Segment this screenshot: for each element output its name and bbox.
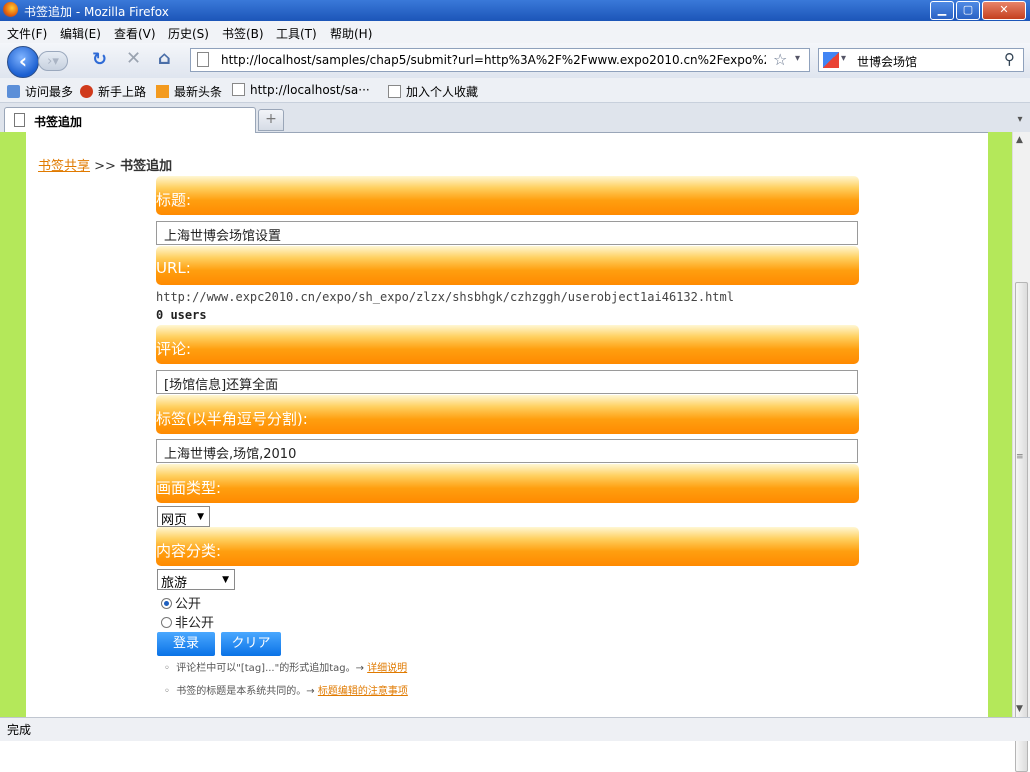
menu-view[interactable]: 查看(V) [114, 25, 156, 42]
bookmark-most-visited[interactable]: 访问最多 [7, 83, 73, 100]
scroll-up-arrow-icon[interactable]: ▲ [1016, 135, 1023, 145]
category-select[interactable]: 旅游 ▼ [157, 569, 235, 591]
page-type-label: 画面类型: [156, 479, 222, 497]
comment-label: 评论: [156, 340, 192, 358]
comment-input[interactable]: [场馆信息]还算全面 [156, 370, 858, 394]
radio-public[interactable]: 公开 [161, 593, 201, 612]
search-engine-dropdown-icon[interactable]: ▾ [841, 53, 846, 64]
status-bar: 完成 [0, 717, 1030, 741]
details-link[interactable]: 详细说明 [367, 663, 407, 674]
menu-history[interactable]: 历史(S) [168, 25, 209, 42]
category-section-header: 内容分类: [156, 527, 859, 566]
vertical-scrollbar[interactable]: ▲ ≡ ▼ [1012, 132, 1030, 772]
menu-tools[interactable]: 工具(T) [276, 25, 317, 42]
category-value: 旅游 [161, 576, 188, 591]
url-text[interactable]: http://localhost/samples/chap5/submit?ur… [221, 53, 766, 67]
radio-public-label: 公开 [175, 597, 202, 612]
bookmark-star-icon[interactable]: ☆ [773, 50, 787, 69]
page-right-border [988, 132, 1012, 717]
note-item-title: ◦ 书签的标题是本系统共同的。→ 标题编辑的注意事项 [164, 682, 408, 697]
scrollbar-thumb[interactable] [1015, 282, 1028, 772]
stop-icon[interactable]: ✕ [126, 48, 141, 69]
menu-file[interactable]: 文件(F) [7, 25, 47, 42]
url-section-header: URL: [156, 246, 859, 285]
bookmark-localhost[interactable]: http://localhost/sa··· [232, 83, 370, 97]
close-window-button[interactable]: ✕ [982, 1, 1026, 20]
scrollbar-grip-icon: ≡ [1016, 452, 1024, 462]
page-icon [388, 85, 401, 98]
menu-edit[interactable]: 编辑(E) [60, 25, 101, 42]
bullet-icon: ◦ [164, 686, 170, 697]
bookmarks-toolbar: 访问最多 新手上路 最新头条 http://localhost/sa··· 加入… [0, 78, 1030, 103]
note-item-tags: ◦ 评论栏中可以"[tag]..."的形式追加tag。→ 详细说明 [164, 659, 407, 674]
bullet-icon: ◦ [164, 663, 170, 674]
comment-section-header: 评论: [156, 325, 859, 364]
clear-button[interactable]: クリア [221, 632, 281, 656]
note-tags-text: 评论栏中可以"[tag]..."的形式追加tag。→ [176, 663, 364, 674]
bookmark-latest-headlines[interactable]: 最新头条 [156, 83, 222, 100]
firefox-start-icon [80, 85, 93, 98]
note-title-text: 书签的标题是本系统共同的。→ [176, 686, 315, 697]
tab-list-icon[interactable]: ▾ [1012, 109, 1028, 131]
url-value: http://www.expc2010.cn/expo/sh_expo/zlzx… [156, 290, 734, 304]
tags-section-header: 标签(以半角逗号分割): [156, 395, 859, 434]
menu-bar: 文件(F) 编辑(E) 查看(V) 历史(S) 书签(B) 工具(T) 帮助(H… [0, 21, 1030, 43]
navigation-toolbar: ‹ ›▾ ↻ ✕ ⌂ http://localhost/samples/chap… [0, 43, 1030, 79]
menu-bookmarks[interactable]: 书签(B) [222, 25, 264, 42]
window-title: 书签追加 - Mozilla Firefox [24, 5, 169, 19]
page-type-value: 网页 [161, 513, 188, 528]
title-label: 标题: [156, 191, 192, 209]
breadcrumb: 书签共享 >> 书签追加 [38, 155, 172, 174]
url-dropdown-icon[interactable]: ▾ [795, 53, 800, 64]
users-count: 0 users [156, 308, 207, 322]
search-engine-icon[interactable] [823, 52, 839, 68]
back-arrow-icon[interactable]: ‹ [7, 46, 39, 78]
maximize-button[interactable]: ▢ [956, 1, 980, 20]
reload-icon[interactable]: ↻ [92, 49, 107, 70]
page-icon [14, 113, 25, 127]
tags-input[interactable]: 上海世博会,场馆,2010 [156, 439, 858, 463]
category-label: 内容分类: [156, 542, 222, 560]
tab-bookmark-add[interactable]: 书签追加 [4, 107, 256, 133]
search-icon[interactable]: ⚲ [1004, 50, 1015, 68]
page-type-section-header: 画面类型: [156, 464, 859, 503]
breadcrumb-separator: >> [94, 159, 116, 174]
radio-private-label: 非公开 [175, 616, 215, 631]
breadcrumb-current: 书签追加 [120, 159, 173, 174]
search-input[interactable]: 世博会场馆 [857, 53, 917, 70]
radio-private[interactable]: 非公开 [161, 612, 214, 631]
page-icon [232, 83, 245, 96]
firefox-logo-icon [3, 2, 18, 17]
chevron-down-icon: ▼ [222, 575, 229, 585]
tab-title: 书签追加 [34, 115, 83, 129]
page-icon [197, 52, 209, 67]
url-label: URL: [156, 259, 191, 277]
page-type-select[interactable]: 网页 ▼ [157, 506, 210, 528]
home-icon[interactable]: ⌂ [158, 48, 171, 69]
radio-checked-icon[interactable] [161, 598, 172, 609]
breadcrumb-link-bookmark-share[interactable]: 书签共享 [38, 159, 90, 174]
minimize-button[interactable]: ▁ [930, 1, 954, 20]
tags-label: 标签(以半角逗号分割): [156, 410, 308, 428]
title-input[interactable]: 上海世博会场馆设置 [156, 221, 858, 245]
bookmark-getting-started[interactable]: 新手上路 [80, 83, 146, 100]
chevron-down-icon: ▼ [197, 512, 204, 522]
title-section-header: 标题: [156, 176, 859, 215]
new-tab-button[interactable]: + [258, 109, 284, 131]
page-left-border [0, 132, 26, 717]
tab-bar: 书签追加 + ▾ [0, 103, 1030, 133]
status-text: 完成 [7, 723, 32, 737]
bookmark-add-favorites[interactable]: 加入个人收藏 [388, 83, 478, 100]
radio-unchecked-icon[interactable] [161, 617, 172, 628]
forward-arrow-icon[interactable]: ›▾ [38, 51, 68, 71]
menu-help[interactable]: 帮助(H) [330, 25, 372, 42]
url-bar[interactable]: http://localhost/samples/chap5/submit?ur… [190, 48, 810, 72]
title-edit-notes-link[interactable]: 标题编辑的注意事项 [318, 686, 408, 697]
submit-button[interactable]: 登录 [157, 632, 215, 656]
window-title-bar: 书签追加 - Mozilla Firefox ▁ ▢ ✕ [0, 0, 1030, 21]
rss-feed-icon [156, 85, 169, 98]
most-visited-icon [7, 85, 20, 98]
search-box[interactable]: ▾ 世博会场馆 ⚲ [818, 48, 1024, 72]
scroll-down-arrow-icon[interactable]: ▼ [1016, 704, 1023, 714]
